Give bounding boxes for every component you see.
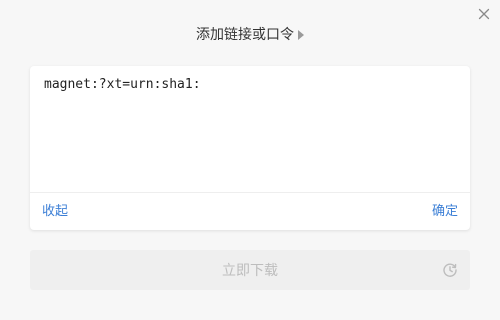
triangle-right-icon[interactable] <box>298 29 304 40</box>
card-footer: 收起 确定 <box>30 193 470 230</box>
dialog-header: 添加链接或口令 <box>0 24 500 44</box>
close-button[interactable] <box>476 6 492 22</box>
dialog-title: 添加链接或口令 <box>196 26 294 43</box>
confirm-link[interactable]: 确定 <box>432 204 458 220</box>
close-icon <box>478 8 490 20</box>
add-link-dialog: 添加链接或口令 收起 确定 立即下载 <box>0 0 500 320</box>
link-input[interactable] <box>30 66 470 192</box>
download-now-button[interactable]: 立即下载 <box>30 250 470 290</box>
clock-icon[interactable] <box>442 262 458 278</box>
collapse-link[interactable]: 收起 <box>42 204 68 220</box>
download-now-label: 立即下载 <box>222 262 278 278</box>
link-input-card: 收起 确定 <box>30 66 470 230</box>
